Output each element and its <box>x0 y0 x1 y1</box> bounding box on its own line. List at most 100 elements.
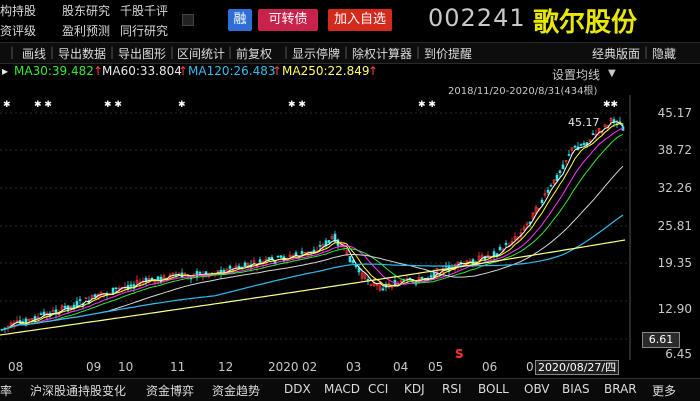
forward-adjust-button[interactable]: 前复权 <box>236 45 272 62</box>
classic-layout-button[interactable]: 经典版面 <box>592 45 640 62</box>
stock-name: 歌尔股份 <box>533 8 638 38</box>
candle-body <box>279 255 283 258</box>
export-chart-button[interactable]: 导出图形 <box>118 45 166 62</box>
candle-body <box>567 154 571 156</box>
candle-body <box>258 259 262 263</box>
up-arrow-icon: ↑ <box>272 64 283 78</box>
x-tick-label: 08 <box>8 360 24 374</box>
ma30-label: MA30:39.482 <box>14 64 94 78</box>
draw-line-button[interactable]: 画线 <box>22 45 46 62</box>
ex-rights-calculator-button[interactable]: 除权计算器 <box>352 45 412 62</box>
candle-body <box>318 245 322 247</box>
y-tick-label: 45.17 <box>657 106 692 120</box>
current-date-box: 2020/08/27/四 <box>535 360 620 375</box>
ma30-line <box>1 133 624 331</box>
s-marker[interactable]: S <box>455 347 464 361</box>
convertible-bond-button[interactable]: 可转债 <box>258 9 318 31</box>
tab-rate[interactable]: 率 <box>0 382 12 399</box>
x-tick-label: 06 <box>482 360 498 374</box>
x-tick-label: 2020 <box>268 360 299 374</box>
tab-bias[interactable]: BIAS <box>562 382 590 396</box>
tab-kdj[interactable]: KDJ <box>404 382 425 396</box>
candle-body <box>93 294 97 298</box>
peak-price-label: 45.17 <box>568 116 600 129</box>
x-tick-label: 11 <box>170 360 186 374</box>
toolbar-separator: | <box>50 45 55 59</box>
candlestick-chart[interactable] <box>0 95 700 360</box>
tab-fund-trend[interactable]: 资金趋势 <box>212 382 260 399</box>
export-data-button[interactable]: 导出数据 <box>58 45 106 62</box>
y-tick-label: 25.81 <box>657 219 692 233</box>
tab-brar[interactable]: BRAR <box>604 382 637 396</box>
candle-body <box>114 287 118 290</box>
candle-body <box>591 133 595 136</box>
chart-toolbar: | 画线 | 导出数据 | 导出图形 | 区间统计 | 前复权 | 显示停牌 |… <box>0 42 700 64</box>
tab-rsi[interactable]: RSI <box>442 382 462 396</box>
y-tick-label: 12.90 <box>657 302 692 316</box>
candle-body <box>327 240 331 243</box>
current-price-box: 6.61 <box>642 332 680 348</box>
tab-obv[interactable]: OBV <box>524 382 550 396</box>
indicator-tabs: 率 沪深股通持股变化 资金博弈 资金趋势 DDX MACD CCI KDJ RS… <box>0 378 700 401</box>
ma120-label: MA120:26.483 <box>188 64 276 78</box>
nav-item-holdings[interactable]: 构持股 <box>0 2 36 19</box>
nav-item-peer-research[interactable]: 同行研究 <box>120 22 168 39</box>
x-tick-label: 09 <box>86 360 102 374</box>
candle-body <box>276 255 280 258</box>
tab-boll[interactable]: BOLL <box>478 382 509 396</box>
ma-prefix-arrow: ▸ <box>2 64 9 78</box>
dropdown-icon[interactable]: ▼ <box>608 68 616 79</box>
candle-body <box>129 284 133 287</box>
tab-more[interactable]: 更多 <box>652 382 676 399</box>
tab-northbound-holdings[interactable]: 沪深股通持股变化 <box>30 382 126 399</box>
nav-item-shareholder-research[interactable]: 股东研究 <box>62 2 110 19</box>
toolbar-separator: | <box>416 45 421 59</box>
toolbar-separator: | <box>284 45 289 59</box>
x-tick-label: 10 <box>118 360 134 374</box>
x-tick-label: 03 <box>346 360 362 374</box>
margin-trading-button[interactable]: 融 <box>228 9 252 31</box>
x-tick-label: 05 <box>428 360 444 374</box>
x-tick-label: 02 <box>302 360 318 374</box>
candle-body <box>420 276 424 280</box>
toolbar-separator: | <box>344 45 349 59</box>
candle-body <box>228 265 232 269</box>
candle-body <box>300 251 304 255</box>
candle-body <box>582 143 586 146</box>
nav-item-rating[interactable]: 资评级 <box>0 22 36 39</box>
y-tick-label: 38.72 <box>657 143 692 157</box>
tab-ddx[interactable]: DDX <box>284 382 311 396</box>
candle-body <box>549 184 553 187</box>
expand-icon[interactable] <box>182 14 194 26</box>
y-tick-label: 19.35 <box>657 256 692 270</box>
candle-body <box>75 301 79 308</box>
hide-button[interactable]: 隐藏 <box>652 45 676 62</box>
tab-macd[interactable]: MACD <box>324 382 360 396</box>
up-arrow-icon: ↑ <box>178 64 189 78</box>
candle-body <box>39 313 43 316</box>
candle-body <box>498 246 502 251</box>
nav-item-stock-reviews[interactable]: 千股千评 <box>120 2 168 19</box>
tab-cci[interactable]: CCI <box>368 382 388 396</box>
x-tick-label: 0 <box>526 360 534 374</box>
candle-body <box>351 260 355 264</box>
tab-fund-game[interactable]: 资金博弈 <box>146 382 194 399</box>
candle-body <box>381 288 385 291</box>
price-alert-button[interactable]: 到价提醒 <box>424 45 472 62</box>
candle-body <box>561 164 565 170</box>
ma-settings-button[interactable]: 设置均线 <box>552 66 600 83</box>
show-suspension-button[interactable]: 显示停牌 <box>292 45 340 62</box>
candle-body <box>63 305 67 308</box>
range-stats-button[interactable]: 区间统计 <box>177 45 225 62</box>
candle-body <box>558 170 562 174</box>
candle-body <box>198 271 202 274</box>
ma250-label: MA250:22.849 <box>282 64 370 78</box>
candle-body <box>504 243 508 245</box>
ma120-line <box>1 214 624 331</box>
candle-body <box>546 189 550 193</box>
add-watchlist-button[interactable]: 加入自选 <box>328 9 392 31</box>
nav-item-earnings-forecast[interactable]: 盈利预测 <box>62 22 110 39</box>
x-tick-label: 12 <box>218 360 234 374</box>
x-tick-label: 04 <box>393 360 409 374</box>
ma60-line <box>1 165 624 331</box>
